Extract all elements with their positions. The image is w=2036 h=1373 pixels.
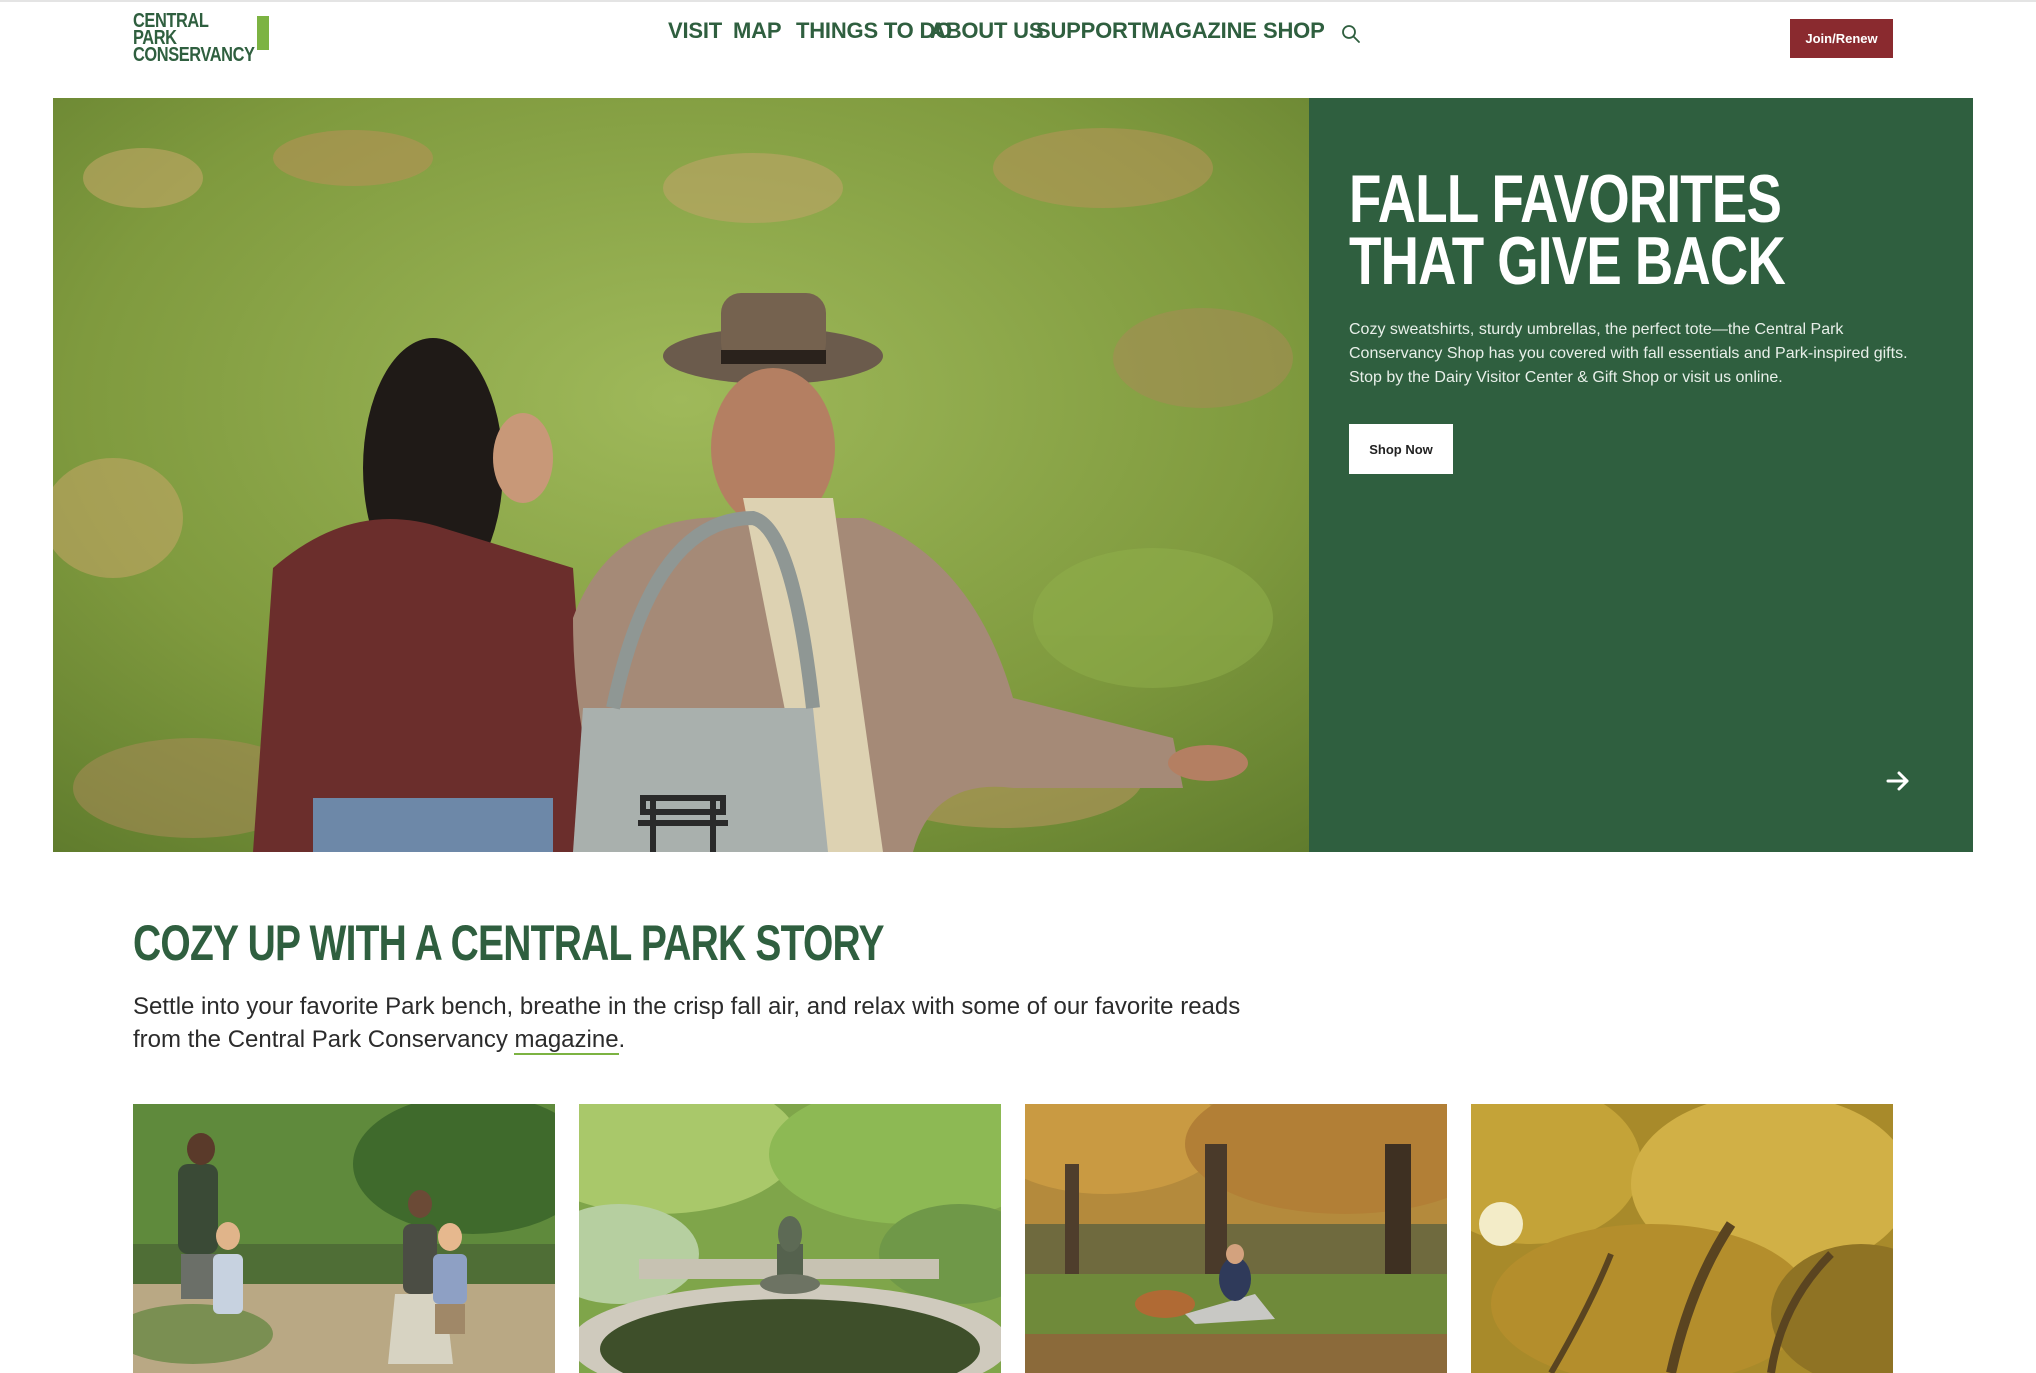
nav-item-shop[interactable]: SHOP <box>1263 18 1325 43</box>
nav-item-magazine-wrap: MAGAZINE <box>1141 18 1257 44</box>
person-with-dog-photo <box>1025 1104 1447 1373</box>
join-renew-button[interactable]: Join/Renew <box>1790 19 1893 58</box>
intro-period: . <box>618 1026 626 1053</box>
main-nav: VISIT MAP THINGS TO DO ABOUT US SUPPORT … <box>668 18 1325 44</box>
nav-item-visit[interactable]: VISIT <box>668 18 722 43</box>
shop-now-button[interactable]: Shop Now <box>1349 424 1453 474</box>
nav-item-support[interactable]: SUPPORT <box>1036 18 1141 43</box>
story-card-1[interactable] <box>133 1104 555 1373</box>
search-icon[interactable] <box>1341 24 1361 44</box>
story-card-3[interactable] <box>1025 1104 1447 1373</box>
section-intro: Settle into your favorite Park bench, br… <box>133 990 1273 1056</box>
nav-item-about-us[interactable]: ABOUT US <box>930 18 1043 43</box>
nav-item-things-to-do-wrap: THINGS TO DO <box>796 18 952 44</box>
site-header: CENTRAL PARK CONSERVANCY VISIT MAP THING… <box>0 2 2036 72</box>
hero-section: FALL FAVORITES THAT GIVE BACK Cozy sweat… <box>53 98 1973 852</box>
logo-line-1: CENTRAL PARK <box>133 10 209 49</box>
story-card-4[interactable] <box>1471 1104 1893 1373</box>
story-card-2[interactable] <box>579 1104 1001 1373</box>
nav-item-about-us-wrap: ABOUT US <box>930 18 1043 44</box>
nav-item-shop-wrap: SHOP <box>1263 18 1325 44</box>
autumn-canopy-photo <box>1471 1104 1893 1373</box>
hero-title: FALL FAVORITES THAT GIVE BACK <box>1349 161 1786 299</box>
hero-description: Cozy sweatshirts, sturdy umbrellas, the … <box>1349 321 1908 386</box>
nav-item-support-wrap: SUPPORT <box>1036 18 1141 44</box>
nav-item-map-wrap: MAP <box>733 18 784 44</box>
section-title: COZY UP WITH A CENTRAL PARK STORY <box>133 915 884 971</box>
hero-photo <box>53 98 1309 852</box>
intro-text: Settle into your favorite Park bench, br… <box>133 993 1241 1053</box>
nav-item-map[interactable]: MAP <box>733 18 781 43</box>
site-logo[interactable]: CENTRAL PARK CONSERVANCY <box>133 10 271 66</box>
logo-line-2: CONSERVANCY <box>133 44 255 66</box>
arrow-right-icon[interactable] <box>1883 766 1913 796</box>
hero-photo-illustration <box>53 98 1309 852</box>
logo-wordmark: CENTRAL PARK CONSERVANCY <box>133 10 255 66</box>
garden-fountain-photo <box>579 1104 1001 1373</box>
logo-accent-bar <box>257 16 269 50</box>
nav-item-things-to-do[interactable]: THINGS TO DO <box>796 18 952 43</box>
story-cards <box>133 1104 1893 1373</box>
nav-item-visit-wrap: VISIT <box>668 18 723 44</box>
family-playing-photo <box>133 1104 555 1373</box>
hero-panel: FALL FAVORITES THAT GIVE BACK Cozy sweat… <box>1309 98 1973 852</box>
nav-item-magazine[interactable]: MAGAZINE <box>1141 18 1257 43</box>
magazine-link[interactable]: magazine <box>514 1026 619 1055</box>
